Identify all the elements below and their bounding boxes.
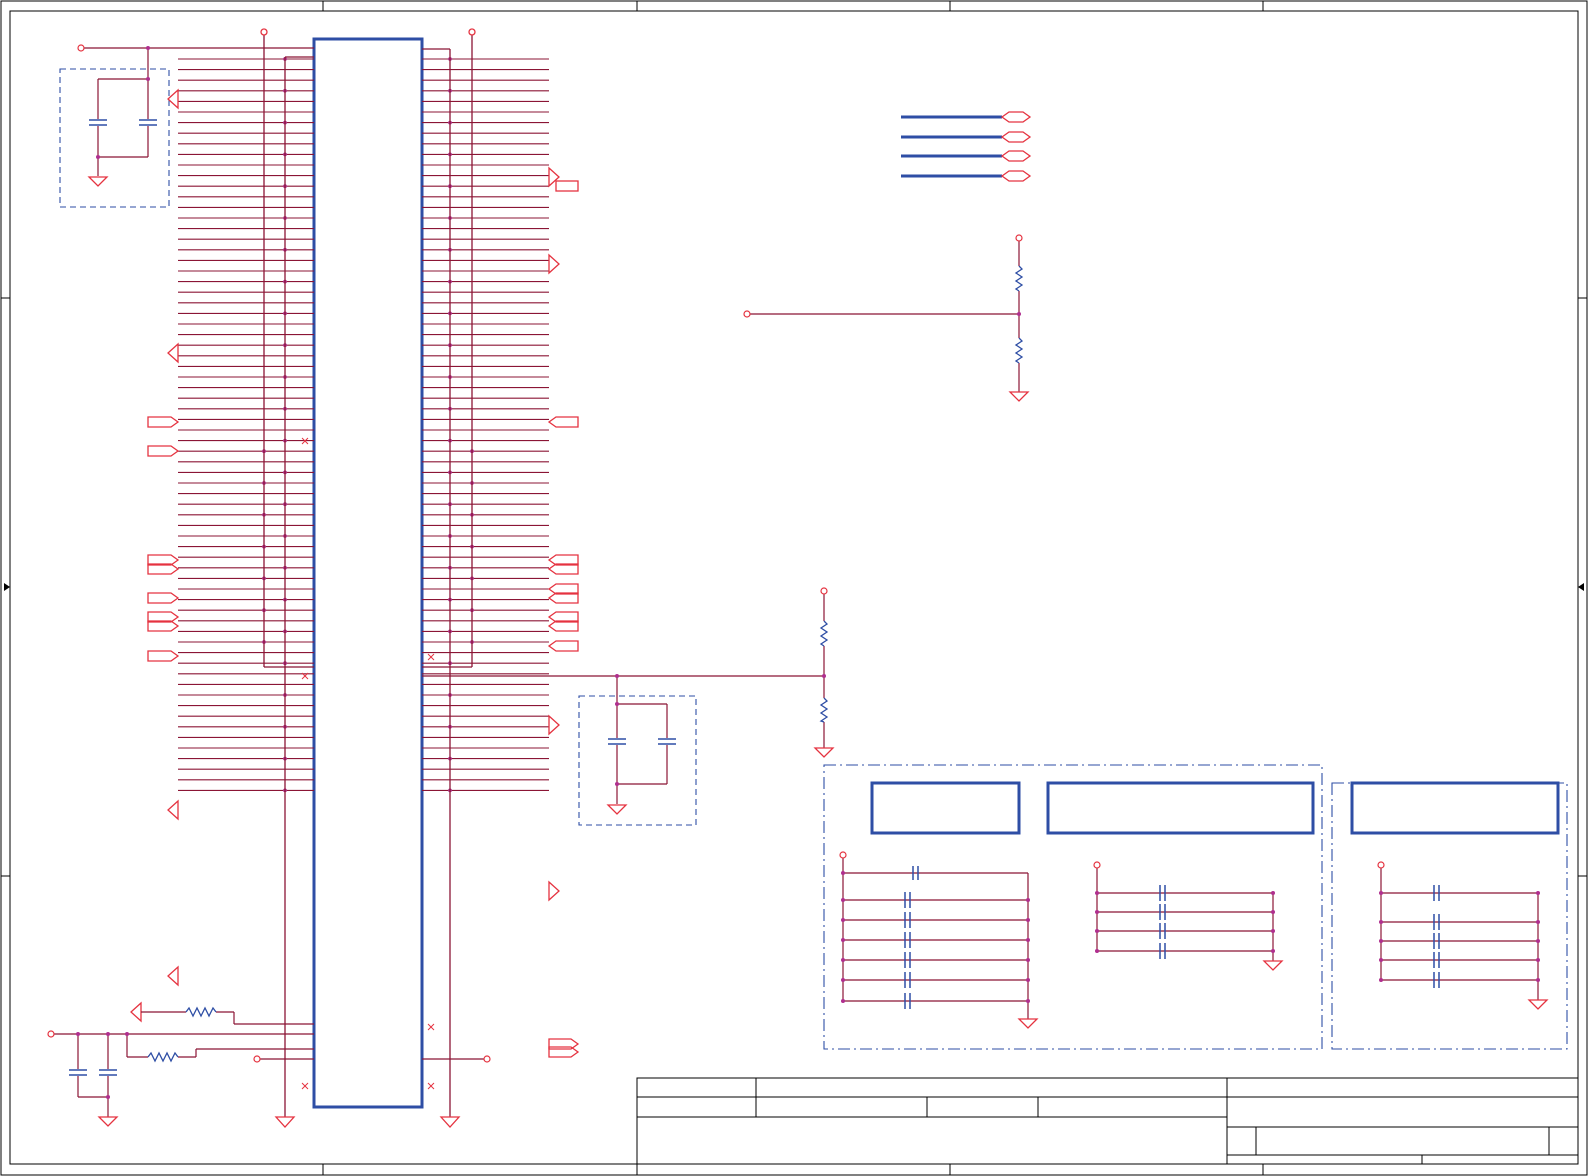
bank-junction [1271,910,1275,914]
bank-junction [1271,949,1275,953]
bank-junction [1379,958,1383,962]
bank-junction [1095,910,1099,914]
bank-junction [841,938,845,942]
bank-junction [841,999,845,1003]
power-rails [263,33,473,1117]
rail-terminals [260,28,476,36]
bank-junction [841,958,845,962]
bank-junction [1026,918,1030,922]
bank-junction [1026,958,1030,962]
connector-body [312,37,424,1109]
port-symbols-right [547,166,580,1058]
bus-ports [901,111,1032,182]
bank-junction [841,918,845,922]
port-symbols-left [130,88,180,1023]
bank-junction [1026,978,1030,982]
junction-dots [262,57,474,793]
bank-junction [841,978,845,982]
mid-net-divider [422,587,835,826]
bank-junction [841,871,845,875]
bank-junction [1095,949,1099,953]
bank-junction [1095,929,1099,933]
bank-junction [1026,999,1030,1003]
bank-junction [1379,891,1383,895]
bank-junction [1271,929,1275,933]
bank-junction [841,898,845,902]
bank-junction [1379,939,1383,943]
bank-junction [1271,891,1275,895]
zone-arrows [4,583,1584,591]
bank-junction [1536,920,1540,924]
connector-left-pins [178,58,314,791]
bank-junction [1536,978,1540,982]
bank-junction [1536,958,1540,962]
upper-divider [743,234,1030,402]
title-block [636,1077,1579,1165]
bank-junction [1026,938,1030,942]
bank-junction [1095,891,1099,895]
decoupling-banks [823,764,1568,1050]
bank-junction [1379,920,1383,924]
bank-junction [1026,898,1030,902]
no-connect-marks [301,437,435,1090]
bank-junction [1379,978,1383,982]
bank-junction [1536,939,1540,943]
ground-symbol [274,1116,461,1128]
schematic-canvas [0,0,1588,1176]
connector-right-pins [422,58,549,791]
bottom-left-network [47,1006,491,1127]
sheet-frame [0,0,1588,1176]
bank-junction [1536,891,1540,895]
